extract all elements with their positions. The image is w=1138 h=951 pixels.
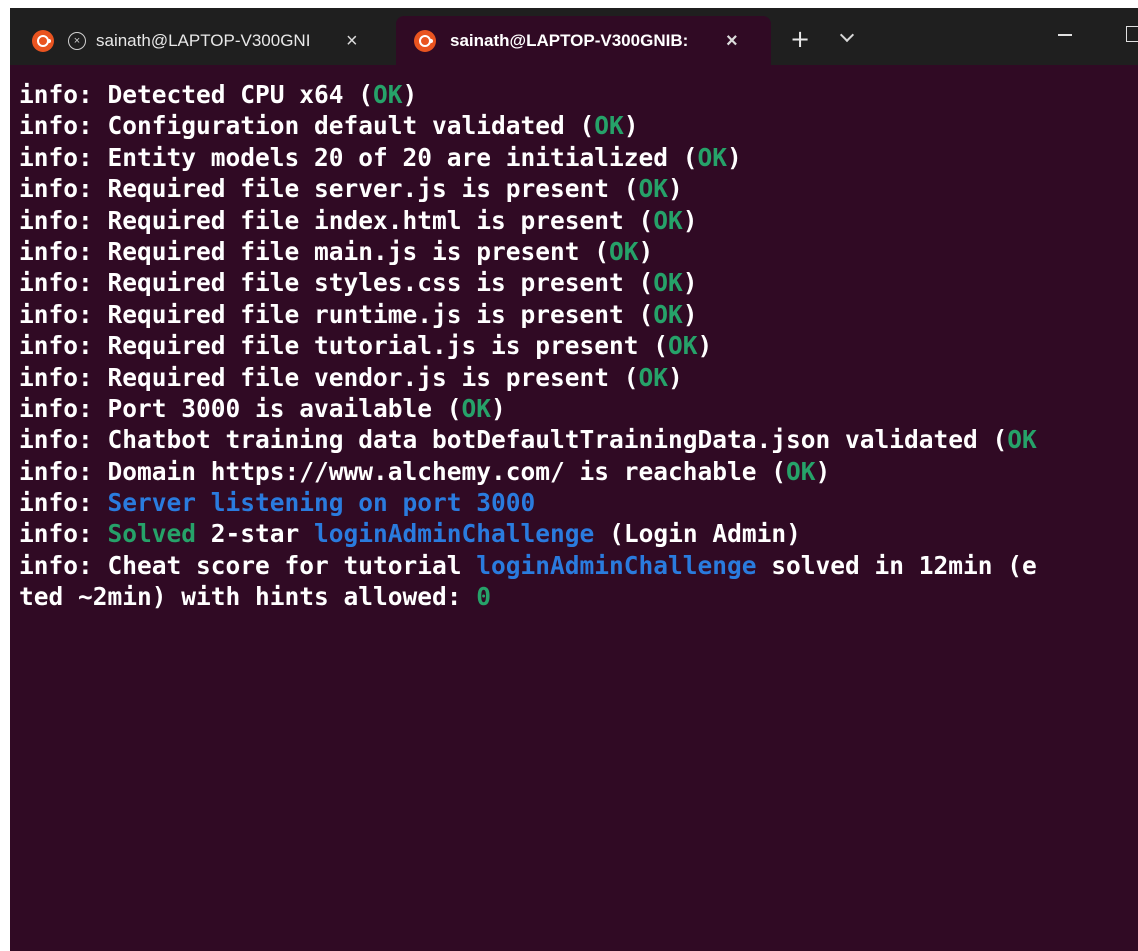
log-text: ) [815, 456, 831, 486]
log-text: info: Port 3000 is available ( [19, 393, 462, 423]
tab-2-active[interactable]: sainath@LAPTOP-V300GNIB: × [396, 16, 771, 65]
tab-title: sainath@LAPTOP-V300GNI [96, 30, 311, 50]
log-line: info: Required file index.html is presen… [19, 205, 1138, 236]
log-text: info: Required file runtime.js is presen… [19, 299, 654, 329]
log-text: info: Required file vendor.js is present… [19, 362, 639, 392]
ok-status: OK [638, 174, 669, 204]
log-line: info: Domain https://www.alchemy.com/ is… [19, 456, 1138, 487]
ok-status: OK [697, 142, 728, 172]
ok-status: OK [594, 111, 624, 141]
log-text: info: Required file main.js is present ( [19, 236, 610, 266]
ok-status: OK [1007, 425, 1037, 455]
log-text: info: Cheat score for tutorial [19, 550, 477, 580]
terminal-window: × sainath@LAPTOP-V300GNI × sainath@LAPTO… [10, 8, 1138, 951]
new-tab-icon[interactable]: + [790, 25, 810, 53]
log-text: ) [668, 362, 683, 392]
minimize-icon[interactable] [1058, 34, 1072, 36]
log-text: info: Required file index.html is presen… [19, 205, 654, 235]
log-line: info: Port 3000 is available (OK) [19, 393, 1138, 424]
terminal-output[interactable]: info: Detected CPU x64 (OK) info: Configu… [10, 65, 1138, 951]
ok-status: OK [653, 268, 683, 298]
ok-status: OK [668, 331, 698, 361]
log-prefix: info: [19, 519, 108, 549]
log-text: ) [682, 268, 698, 298]
log-text: info: Chatbot training data botDefaultTr… [19, 425, 1008, 455]
log-line: info: Chatbot training data botDefaultTr… [19, 424, 1138, 455]
log-text: 2-star [196, 519, 315, 549]
log-text: ) [668, 174, 683, 204]
log-text: ) [402, 80, 418, 109]
log-text: info: Domain https://www.alchemy.com/ is… [19, 456, 787, 486]
hints-value: 0 [476, 582, 492, 612]
challenge-name: loginAdminChallenge [476, 550, 757, 580]
log-line: info: Required file runtime.js is presen… [19, 299, 1138, 330]
log-text: ) [727, 142, 742, 172]
log-text: ) [638, 236, 654, 266]
tab-title: sainath@LAPTOP-V300GNIB: [450, 30, 689, 50]
ok-status: OK [461, 393, 492, 423]
log-line: info: Configuration default validated (O… [19, 110, 1138, 141]
log-line: info: Required file styles.css is presen… [19, 267, 1138, 298]
title-bar: × sainath@LAPTOP-V300GNI × sainath@LAPTO… [10, 8, 1138, 65]
cancel-icon[interactable]: × [68, 31, 86, 50]
ok-status: OK [653, 299, 683, 329]
log-text: ) [682, 205, 698, 235]
log-text: ) [697, 331, 713, 361]
log-text: solved in 12min (e [756, 550, 1037, 580]
chevron-down-icon[interactable] [839, 27, 855, 43]
log-text: ted ~2min) with hints allowed: [19, 582, 477, 612]
log-text: ) [623, 111, 639, 141]
log-line-solved: info: Solved 2-star loginAdminChallenge … [19, 518, 1138, 549]
close-tab-icon[interactable]: × [726, 31, 738, 51]
log-prefix: info: [19, 488, 108, 518]
log-line: info: Required file vendor.js is present… [19, 362, 1138, 393]
challenge-name: loginAdminChallenge [314, 519, 595, 549]
ubuntu-icon [32, 29, 54, 52]
ok-status: OK [638, 362, 669, 392]
maximize-icon[interactable] [1126, 26, 1138, 42]
log-line: info: Required file main.js is present (… [19, 236, 1138, 267]
log-text: info: Required file styles.css is presen… [19, 268, 654, 298]
log-line: info: Required file tutorial.js is prese… [19, 330, 1138, 361]
log-line: info: Detected CPU x64 (OK) [19, 79, 1138, 110]
log-text: info: Required file tutorial.js is prese… [19, 331, 669, 361]
log-line-cheat: info: Cheat score for tutorial loginAdmi… [19, 550, 1138, 581]
close-tab-icon[interactable]: × [346, 31, 358, 51]
ok-status: OK [609, 236, 639, 266]
solved-label: Solved [107, 519, 197, 549]
log-text: ) [682, 299, 698, 329]
server-message: Server listening on port 3000 [107, 488, 536, 518]
log-line-server: info: Server listening on port 3000 [19, 487, 1138, 518]
ok-status: OK [653, 205, 683, 235]
ubuntu-icon [414, 29, 436, 52]
log-text: info: Required file server.js is present… [19, 174, 639, 204]
log-text: ) [491, 393, 506, 423]
log-text: info: Detected CPU x64 ( [19, 80, 374, 109]
log-text: info: Entity models 20 of 20 are initial… [19, 142, 698, 172]
log-line: info: Entity models 20 of 20 are initial… [19, 142, 1138, 173]
log-text: (Login Admin) [594, 519, 801, 549]
ok-status: OK [786, 456, 816, 486]
tab-1[interactable]: × sainath@LAPTOP-V300GNI × [10, 16, 396, 65]
log-text: info: Configuration default validated ( [19, 111, 595, 141]
log-line: info: Required file server.js is present… [19, 173, 1138, 204]
log-line-cheat-wrap: ted ~2min) with hints allowed: 0 [19, 581, 1138, 612]
log-lines: info: Detected CPU x64 (OK) info: Configu… [19, 79, 1138, 487]
ok-status: OK [373, 80, 403, 109]
